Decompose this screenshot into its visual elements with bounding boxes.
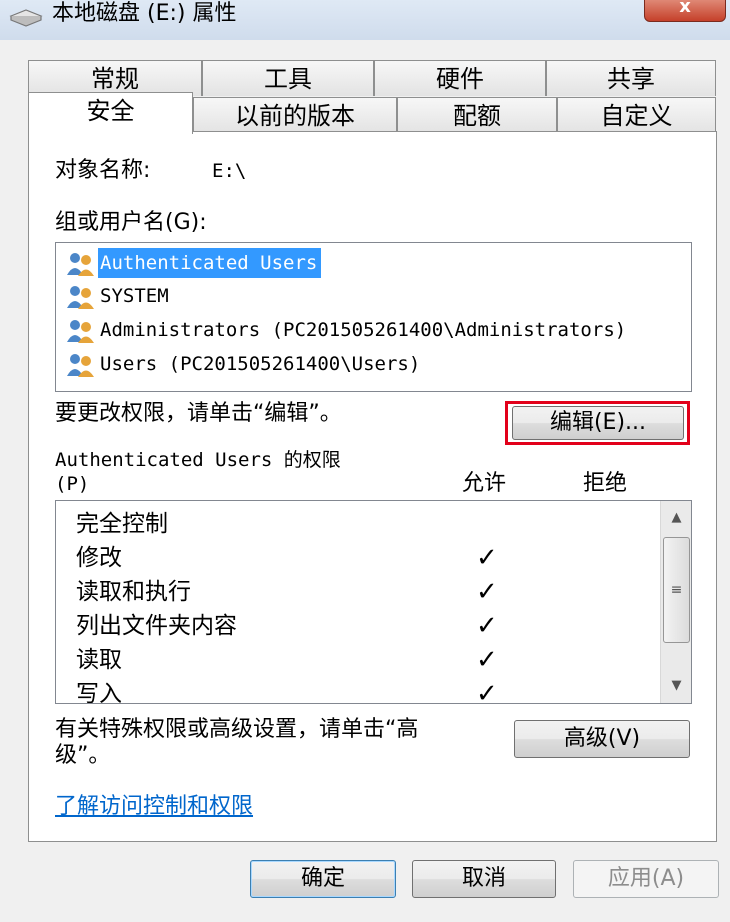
permissions-list[interactable]: 完全控制 修改 ✓ 读取和执行 ✓ 列出文件夹内容 ✓ 读取 ✓ 写入 ✓ ▲ … [55, 500, 692, 704]
checkmark-icon: ✓ [476, 543, 498, 573]
tab-quota[interactable]: 配额 [397, 97, 557, 133]
list-item[interactable]: Administrators (PC201505261400\Administr… [64, 314, 688, 346]
close-button[interactable]: x [644, 0, 726, 22]
users-listbox[interactable]: Authenticated Users SYSTEM Administrator… [55, 242, 692, 392]
scroll-up-arrow-icon[interactable]: ▲ [661, 505, 691, 531]
checkmark-icon: ✓ [476, 611, 498, 641]
advanced-hint-line1: 有关特殊权限或高级设置，请单击“高 [55, 717, 419, 742]
permission-name: 完全控制 [76, 511, 168, 537]
permission-row: 列出文件夹内容 ✓ [76, 609, 676, 643]
users-group-icon [67, 253, 94, 276]
users-group-icon [67, 286, 94, 309]
permission-row: 读取和执行 ✓ [76, 575, 676, 609]
permission-row: 修改 ✓ [76, 541, 676, 575]
cancel-button[interactable]: 取消 [412, 860, 556, 898]
apply-button[interactable]: 应用(A) [573, 860, 719, 898]
learn-access-control-link[interactable]: 了解访问控制和权限 [55, 788, 253, 820]
list-item[interactable]: Users (PC201505261400\Users) [64, 348, 688, 380]
tab-security[interactable]: 安全 [28, 92, 193, 134]
user-name: SYSTEM [100, 285, 169, 307]
user-name: Authenticated Users [98, 248, 322, 278]
user-name: Users (PC201505261400\Users) [100, 353, 421, 375]
permission-name: 读取 [76, 647, 122, 673]
window-title: 本地磁盘 (E:) 属性 [52, 1, 237, 26]
highlight-box [505, 401, 690, 445]
permission-name: 修改 [76, 545, 122, 571]
users-group-icon [67, 320, 94, 343]
ok-button[interactable]: 确定 [250, 860, 396, 898]
drive-icon [9, 9, 43, 27]
advanced-button[interactable]: 高级(V) [514, 720, 690, 758]
permission-row: 完全控制 [76, 507, 676, 541]
tab-hardware[interactable]: 硬件 [374, 60, 546, 96]
advanced-hint-line2: 级”。 [55, 743, 111, 768]
tab-customize[interactable]: 自定义 [557, 97, 716, 133]
permissions-scrollbar[interactable]: ▲ ≡ ▼ [660, 501, 691, 703]
scroll-down-arrow-icon[interactable]: ▼ [661, 673, 691, 699]
tab-tools[interactable]: 工具 [202, 60, 374, 96]
users-group-icon [67, 354, 94, 377]
list-item[interactable]: SYSTEM [64, 280, 688, 312]
groups-label: 组或用户名(G): [55, 210, 207, 235]
permission-row: 读取 ✓ [76, 643, 676, 677]
tab-general[interactable]: 常规 [28, 60, 202, 96]
scroll-thumb[interactable]: ≡ [663, 537, 690, 643]
list-item[interactable]: Authenticated Users [64, 247, 688, 279]
object-name-label: 对象名称: [55, 158, 151, 183]
permission-row: 写入 ✓ [76, 677, 676, 704]
tab-sharing[interactable]: 共享 [546, 60, 716, 96]
allow-column-header: 允许 [462, 471, 507, 496]
object-name-value: E:\ [212, 160, 247, 182]
permissions-title: Authenticated Users 的权限 [55, 449, 341, 471]
title-bar: 本地磁盘 (E:) 属性 x [0, 0, 730, 40]
deny-column-header: 拒绝 [583, 471, 628, 496]
user-name: Administrators (PC201505261400\Administr… [100, 319, 627, 341]
permission-name: 写入 [76, 681, 122, 704]
permissions-title-shortcut: (P) [55, 473, 90, 495]
checkmark-icon: ✓ [476, 577, 498, 607]
permission-name: 读取和执行 [76, 579, 191, 605]
checkmark-icon: ✓ [476, 645, 498, 675]
tab-previous-versions[interactable]: 以前的版本 [193, 97, 397, 133]
checkmark-icon: ✓ [476, 679, 498, 704]
change-permissions-hint: 要更改权限，请单击“编辑”。 [55, 401, 342, 426]
permission-name: 列出文件夹内容 [76, 613, 237, 639]
